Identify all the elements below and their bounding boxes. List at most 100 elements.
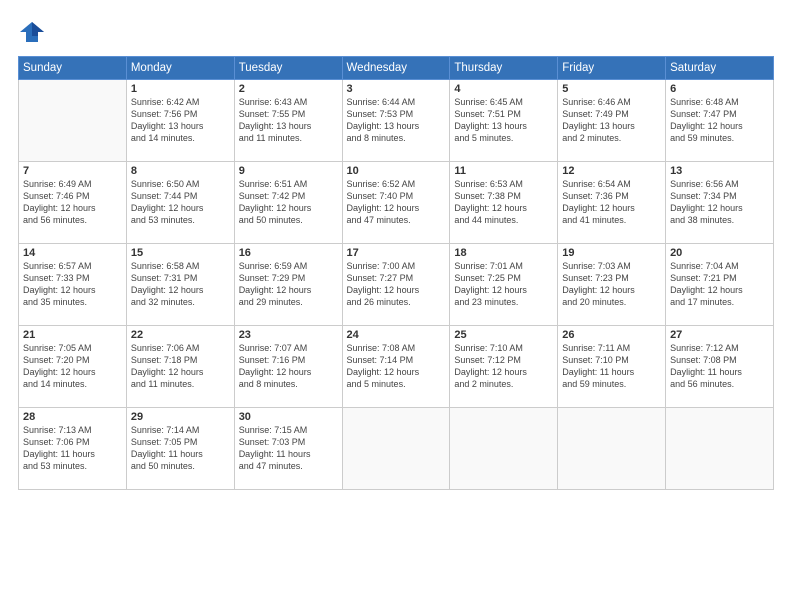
day-info: Sunrise: 7:03 AMSunset: 7:23 PMDaylight:… [562, 260, 661, 309]
calendar-table: SundayMondayTuesdayWednesdayThursdayFrid… [18, 56, 774, 490]
calendar-cell [450, 408, 558, 490]
day-number: 22 [131, 329, 230, 341]
week-row-3: 14Sunrise: 6:57 AMSunset: 7:33 PMDayligh… [19, 244, 774, 326]
day-number: 15 [131, 247, 230, 259]
day-info: Sunrise: 7:14 AMSunset: 7:05 PMDaylight:… [131, 424, 230, 473]
day-number: 13 [670, 165, 769, 177]
day-info: Sunrise: 7:07 AMSunset: 7:16 PMDaylight:… [239, 342, 338, 391]
day-info: Sunrise: 7:12 AMSunset: 7:08 PMDaylight:… [670, 342, 769, 391]
calendar-cell: 13Sunrise: 6:56 AMSunset: 7:34 PMDayligh… [666, 162, 774, 244]
week-row-4: 21Sunrise: 7:05 AMSunset: 7:20 PMDayligh… [19, 326, 774, 408]
page: SundayMondayTuesdayWednesdayThursdayFrid… [0, 0, 792, 612]
day-info: Sunrise: 6:45 AMSunset: 7:51 PMDaylight:… [454, 96, 553, 145]
weekday-header-saturday: Saturday [666, 57, 774, 80]
calendar-cell: 14Sunrise: 6:57 AMSunset: 7:33 PMDayligh… [19, 244, 127, 326]
day-number: 27 [670, 329, 769, 341]
calendar-cell: 12Sunrise: 6:54 AMSunset: 7:36 PMDayligh… [558, 162, 666, 244]
day-info: Sunrise: 7:01 AMSunset: 7:25 PMDaylight:… [454, 260, 553, 309]
day-info: Sunrise: 6:50 AMSunset: 7:44 PMDaylight:… [131, 178, 230, 227]
calendar-cell: 26Sunrise: 7:11 AMSunset: 7:10 PMDayligh… [558, 326, 666, 408]
day-number: 21 [23, 329, 122, 341]
day-number: 12 [562, 165, 661, 177]
calendar-cell: 7Sunrise: 6:49 AMSunset: 7:46 PMDaylight… [19, 162, 127, 244]
week-row-1: 1Sunrise: 6:42 AMSunset: 7:56 PMDaylight… [19, 80, 774, 162]
calendar-cell: 6Sunrise: 6:48 AMSunset: 7:47 PMDaylight… [666, 80, 774, 162]
day-info: Sunrise: 6:57 AMSunset: 7:33 PMDaylight:… [23, 260, 122, 309]
day-number: 17 [347, 247, 446, 259]
day-info: Sunrise: 7:05 AMSunset: 7:20 PMDaylight:… [23, 342, 122, 391]
day-info: Sunrise: 7:04 AMSunset: 7:21 PMDaylight:… [670, 260, 769, 309]
day-number: 8 [131, 165, 230, 177]
calendar-cell: 28Sunrise: 7:13 AMSunset: 7:06 PMDayligh… [19, 408, 127, 490]
calendar-cell: 5Sunrise: 6:46 AMSunset: 7:49 PMDaylight… [558, 80, 666, 162]
calendar-cell: 11Sunrise: 6:53 AMSunset: 7:38 PMDayligh… [450, 162, 558, 244]
weekday-header-wednesday: Wednesday [342, 57, 450, 80]
day-info: Sunrise: 6:58 AMSunset: 7:31 PMDaylight:… [131, 260, 230, 309]
calendar-cell: 2Sunrise: 6:43 AMSunset: 7:55 PMDaylight… [234, 80, 342, 162]
day-info: Sunrise: 7:06 AMSunset: 7:18 PMDaylight:… [131, 342, 230, 391]
day-info: Sunrise: 7:15 AMSunset: 7:03 PMDaylight:… [239, 424, 338, 473]
weekday-header-thursday: Thursday [450, 57, 558, 80]
day-number: 28 [23, 411, 122, 423]
calendar-cell: 29Sunrise: 7:14 AMSunset: 7:05 PMDayligh… [126, 408, 234, 490]
calendar-cell: 1Sunrise: 6:42 AMSunset: 7:56 PMDaylight… [126, 80, 234, 162]
header-row: SundayMondayTuesdayWednesdayThursdayFrid… [19, 57, 774, 80]
calendar-cell [19, 80, 127, 162]
day-info: Sunrise: 6:53 AMSunset: 7:38 PMDaylight:… [454, 178, 553, 227]
day-number: 5 [562, 83, 661, 95]
day-info: Sunrise: 7:08 AMSunset: 7:14 PMDaylight:… [347, 342, 446, 391]
day-info: Sunrise: 6:44 AMSunset: 7:53 PMDaylight:… [347, 96, 446, 145]
calendar-cell [342, 408, 450, 490]
day-number: 3 [347, 83, 446, 95]
calendar-cell: 16Sunrise: 6:59 AMSunset: 7:29 PMDayligh… [234, 244, 342, 326]
day-number: 14 [23, 247, 122, 259]
day-info: Sunrise: 6:43 AMSunset: 7:55 PMDaylight:… [239, 96, 338, 145]
calendar-cell [666, 408, 774, 490]
calendar-cell: 22Sunrise: 7:06 AMSunset: 7:18 PMDayligh… [126, 326, 234, 408]
calendar-cell: 15Sunrise: 6:58 AMSunset: 7:31 PMDayligh… [126, 244, 234, 326]
weekday-header-sunday: Sunday [19, 57, 127, 80]
calendar-cell: 10Sunrise: 6:52 AMSunset: 7:40 PMDayligh… [342, 162, 450, 244]
day-number: 18 [454, 247, 553, 259]
day-info: Sunrise: 7:10 AMSunset: 7:12 PMDaylight:… [454, 342, 553, 391]
day-info: Sunrise: 6:52 AMSunset: 7:40 PMDaylight:… [347, 178, 446, 227]
day-number: 4 [454, 83, 553, 95]
day-number: 1 [131, 83, 230, 95]
day-number: 23 [239, 329, 338, 341]
calendar-cell [558, 408, 666, 490]
day-info: Sunrise: 6:56 AMSunset: 7:34 PMDaylight:… [670, 178, 769, 227]
calendar-cell: 24Sunrise: 7:08 AMSunset: 7:14 PMDayligh… [342, 326, 450, 408]
day-info: Sunrise: 6:42 AMSunset: 7:56 PMDaylight:… [131, 96, 230, 145]
day-number: 10 [347, 165, 446, 177]
day-number: 25 [454, 329, 553, 341]
day-info: Sunrise: 6:51 AMSunset: 7:42 PMDaylight:… [239, 178, 338, 227]
calendar-cell: 25Sunrise: 7:10 AMSunset: 7:12 PMDayligh… [450, 326, 558, 408]
header [18, 18, 774, 46]
calendar-cell: 20Sunrise: 7:04 AMSunset: 7:21 PMDayligh… [666, 244, 774, 326]
day-number: 9 [239, 165, 338, 177]
calendar-cell: 4Sunrise: 6:45 AMSunset: 7:51 PMDaylight… [450, 80, 558, 162]
day-number: 16 [239, 247, 338, 259]
week-row-5: 28Sunrise: 7:13 AMSunset: 7:06 PMDayligh… [19, 408, 774, 490]
day-info: Sunrise: 7:11 AMSunset: 7:10 PMDaylight:… [562, 342, 661, 391]
day-number: 11 [454, 165, 553, 177]
calendar-cell: 3Sunrise: 6:44 AMSunset: 7:53 PMDaylight… [342, 80, 450, 162]
logo-icon [18, 18, 46, 46]
day-info: Sunrise: 6:59 AMSunset: 7:29 PMDaylight:… [239, 260, 338, 309]
day-info: Sunrise: 7:00 AMSunset: 7:27 PMDaylight:… [347, 260, 446, 309]
day-number: 26 [562, 329, 661, 341]
day-number: 29 [131, 411, 230, 423]
weekday-header-friday: Friday [558, 57, 666, 80]
day-info: Sunrise: 6:49 AMSunset: 7:46 PMDaylight:… [23, 178, 122, 227]
week-row-2: 7Sunrise: 6:49 AMSunset: 7:46 PMDaylight… [19, 162, 774, 244]
day-number: 6 [670, 83, 769, 95]
calendar-cell: 19Sunrise: 7:03 AMSunset: 7:23 PMDayligh… [558, 244, 666, 326]
day-info: Sunrise: 7:13 AMSunset: 7:06 PMDaylight:… [23, 424, 122, 473]
calendar-cell: 9Sunrise: 6:51 AMSunset: 7:42 PMDaylight… [234, 162, 342, 244]
day-info: Sunrise: 6:46 AMSunset: 7:49 PMDaylight:… [562, 96, 661, 145]
day-number: 7 [23, 165, 122, 177]
calendar-cell: 17Sunrise: 7:00 AMSunset: 7:27 PMDayligh… [342, 244, 450, 326]
weekday-header-monday: Monday [126, 57, 234, 80]
day-info: Sunrise: 6:54 AMSunset: 7:36 PMDaylight:… [562, 178, 661, 227]
calendar-cell: 23Sunrise: 7:07 AMSunset: 7:16 PMDayligh… [234, 326, 342, 408]
